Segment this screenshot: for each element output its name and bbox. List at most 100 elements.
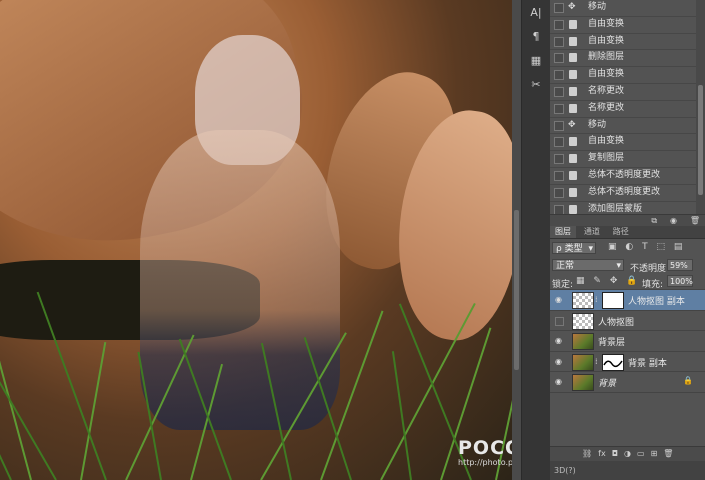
- watermark-brand: POCO 摄影专题: [458, 437, 512, 459]
- lock-position-icon[interactable]: ✥: [610, 276, 618, 286]
- ai-icon[interactable]: A|: [526, 4, 546, 22]
- chevron-down-icon: ▾: [588, 244, 593, 254]
- checkbox-icon[interactable]: [554, 187, 564, 198]
- layer-row[interactable]: ◉ ⁞ 人物抠图 副本: [550, 290, 705, 311]
- camera-icon[interactable]: ◉: [670, 215, 677, 226]
- checkbox-icon[interactable]: [554, 86, 564, 97]
- history-item[interactable]: 总体不透明度更改: [550, 185, 705, 202]
- document-icon: [569, 86, 577, 96]
- grass-blade: [391, 351, 412, 480]
- shape-filter-icon[interactable]: ⬚: [657, 242, 666, 252]
- history-item[interactable]: 名称更改: [550, 101, 705, 118]
- layer-name: 背景: [598, 379, 617, 390]
- layer-row[interactable]: 人物抠图: [550, 311, 705, 332]
- lock-pixels-icon[interactable]: ✎: [593, 276, 601, 286]
- document-canvas[interactable]: POCO 摄影专题 http://photo.poco.cn/: [0, 0, 512, 480]
- fill-field[interactable]: 100%: [667, 275, 693, 287]
- history-item[interactable]: 删除图层: [550, 50, 705, 68]
- history-item-label: 自由变换: [588, 136, 625, 147]
- checkbox-icon[interactable]: [554, 170, 564, 181]
- lock-row: 锁定: ▦ ✎ ✥ 🔒 填充: 100%: [550, 273, 705, 290]
- opacity-field[interactable]: 59%: [667, 259, 693, 271]
- layer-row[interactable]: ◉ 背景层: [550, 331, 705, 352]
- move-icon: ✥: [568, 2, 576, 12]
- lock-all-icon[interactable]: 🔒: [626, 276, 637, 286]
- layer-filter-row: ρ 类型 ▾ ▣ ◐ T ⬚ ▤: [550, 239, 705, 257]
- checkbox-icon[interactable]: [554, 36, 564, 47]
- history-item[interactable]: ✥ 移动: [550, 118, 705, 135]
- history-item-label: 移动: [588, 2, 607, 12]
- new-layer-icon[interactable]: ⊞: [651, 447, 658, 461]
- checkbox-icon[interactable]: [554, 137, 564, 148]
- history-item[interactable]: 自由变换: [550, 34, 705, 51]
- history-scrollbar-thumb[interactable]: [698, 85, 703, 195]
- pixel-filter-icon[interactable]: ▣: [608, 242, 617, 252]
- visibility-toggle[interactable]: [555, 316, 564, 326]
- layer-thumbnail: [572, 292, 594, 309]
- canvas-scrollbar[interactable]: [512, 0, 521, 480]
- tab-paths[interactable]: 路径: [608, 226, 634, 238]
- new-document-icon[interactable]: ⧉: [651, 215, 657, 226]
- lock-icons: ▦ ✎ ✥ 🔒: [576, 276, 643, 286]
- document-icon: [569, 187, 577, 197]
- tab-layers[interactable]: 图层: [550, 226, 576, 238]
- history-item[interactable]: 复制图层: [550, 151, 705, 168]
- blend-row: 正常 ▾ 不透明度: 59%: [550, 257, 705, 274]
- chain-icon[interactable]: ⁞: [595, 357, 598, 366]
- history-item-label: 总体不透明度更改: [588, 169, 661, 180]
- blend-mode-select[interactable]: 正常 ▾: [552, 259, 624, 271]
- document-icon: [569, 70, 577, 80]
- document-icon: [569, 53, 577, 63]
- document-icon: [569, 103, 577, 113]
- scissors-icon[interactable]: ✂: [526, 76, 546, 94]
- eye-icon[interactable]: ◉: [554, 377, 563, 386]
- history-item[interactable]: 自由变换: [550, 134, 705, 152]
- layer-row[interactable]: ◉ ⁞ 背景 副本: [550, 352, 705, 373]
- fx-icon[interactable]: fx: [598, 447, 606, 461]
- layer-thumbnail: [572, 374, 594, 392]
- layer-thumbnail: [572, 353, 594, 371]
- kind-select[interactable]: ρ 类型 ▾: [552, 242, 596, 254]
- eye-icon[interactable]: ◉: [554, 295, 563, 304]
- history-item[interactable]: ✥ 移动: [550, 0, 705, 17]
- history-panel: ✥ 移动 自由变换 自由变换 删除图层 自由变换 名称更改 名称更改 ✥ 移动 自由变换 复制图层 总体…: [550, 0, 705, 236]
- checkbox-icon[interactable]: [554, 3, 564, 13]
- checkbox-icon[interactable]: [554, 70, 564, 81]
- history-item[interactable]: 名称更改: [550, 84, 705, 101]
- smart-object-filter-icon[interactable]: ▤: [674, 242, 683, 252]
- checkbox-icon[interactable]: [554, 19, 564, 30]
- add-mask-icon[interactable]: ◘: [612, 447, 618, 461]
- canvas-scrollbar-thumb[interactable]: [514, 210, 519, 370]
- eye-icon[interactable]: ◉: [554, 336, 563, 345]
- history-scrollbar[interactable]: [696, 0, 705, 214]
- layer-thumbnail: [572, 333, 594, 351]
- eye-icon[interactable]: ◉: [554, 357, 563, 366]
- lock-transparent-icon[interactable]: ▦: [576, 276, 585, 286]
- history-item[interactable]: 自由变换: [550, 17, 705, 34]
- checkbox-icon[interactable]: [554, 154, 564, 165]
- search-icon: ρ: [556, 244, 565, 254]
- document-icon: [569, 154, 577, 164]
- history-item[interactable]: 自由变换: [550, 67, 705, 84]
- checkbox-icon[interactable]: [554, 120, 564, 131]
- trash-icon[interactable]: 🗑: [663, 447, 673, 461]
- type-filter-icon[interactable]: T: [642, 242, 648, 252]
- history-list: ✥ 移动 自由变换 自由变换 删除图层 自由变换 名称更改 名称更改 ✥ 移动 自由变换 复制图层 总体…: [550, 0, 705, 236]
- layer-mask-thumbnail[interactable]: [602, 292, 624, 309]
- panel-bottom-tab[interactable]: 3D(?): [550, 461, 705, 480]
- trash-icon[interactable]: 🗑: [690, 215, 700, 226]
- history-item[interactable]: 总体不透明度更改: [550, 168, 705, 185]
- adjustment-layer-icon[interactable]: ◑: [624, 447, 631, 461]
- layer-row[interactable]: ◉ 背景 🔒: [550, 372, 705, 393]
- group-icon[interactable]: ▭: [637, 447, 645, 461]
- swatch-icon[interactable]: ▦: [526, 52, 546, 70]
- paragraph-icon[interactable]: ¶: [526, 28, 546, 46]
- tab-channels[interactable]: 通道: [579, 226, 605, 238]
- history-item-label: 总体不透明度更改: [588, 186, 661, 197]
- checkbox-icon[interactable]: [554, 53, 564, 64]
- link-layers-icon[interactable]: ⛓: [582, 447, 592, 461]
- chain-icon[interactable]: ⁞: [595, 295, 598, 304]
- adjustment-filter-icon[interactable]: ◐: [625, 242, 633, 252]
- checkbox-icon[interactable]: [554, 103, 564, 114]
- layer-mask-thumbnail[interactable]: [602, 353, 624, 371]
